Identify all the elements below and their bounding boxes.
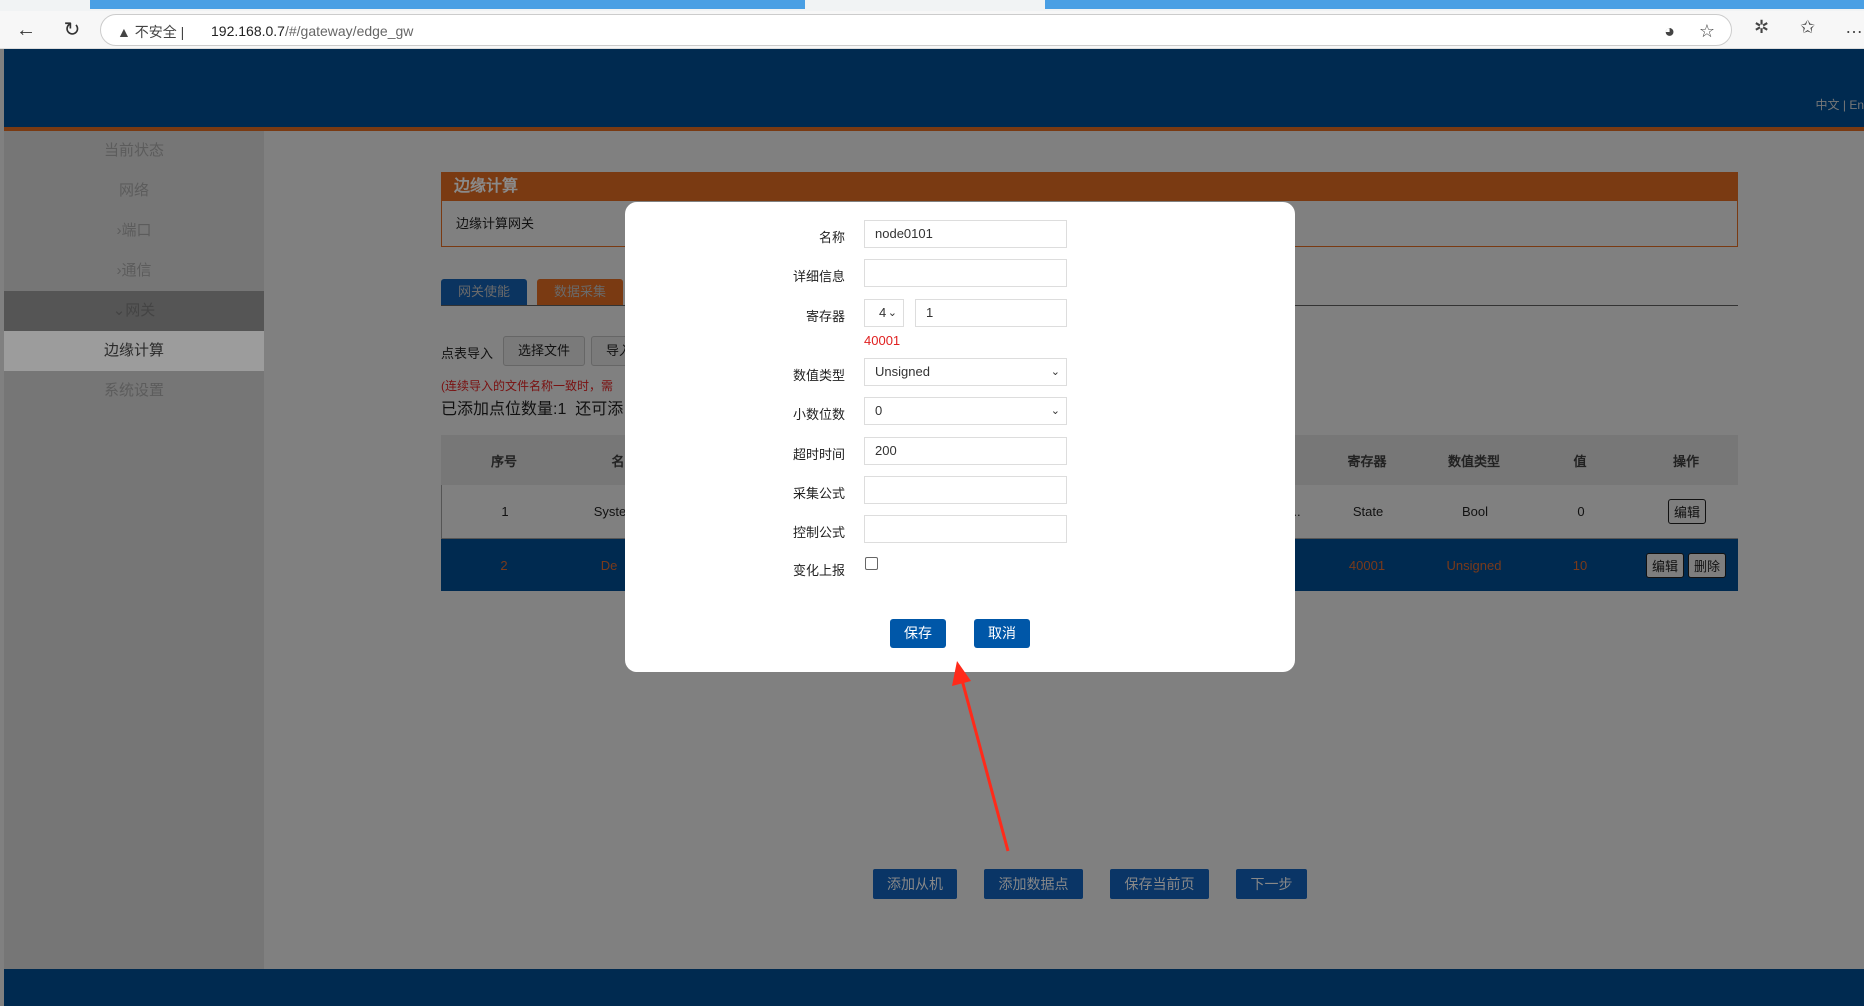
change-report-checkbox[interactable] — [865, 557, 878, 570]
register-type-value: 4 — [879, 305, 887, 320]
cell-type: Unsigned — [1446, 557, 1502, 573]
tab-data-collection[interactable]: 数据采集 — [537, 279, 623, 305]
control-formula-label: 控制公式 — [792, 525, 845, 540]
decimals-label: 小数位数 — [792, 407, 845, 422]
app-header: 中文 | En — [4, 49, 1864, 127]
cell-register: 40001 — [1348, 557, 1386, 573]
sidebar-item-network[interactable]: 网络 — [4, 171, 264, 211]
more-icon[interactable]: … — [1845, 17, 1863, 38]
favorites-icon[interactable]: ✩ — [1800, 17, 1815, 38]
decimals-select[interactable]: 0 ⌄ — [864, 397, 1067, 425]
browser-tab[interactable] — [1045, 0, 1864, 9]
register-type-select[interactable]: 4 ⌄ — [864, 299, 904, 327]
save-button[interactable]: 保存 — [890, 619, 946, 648]
choose-file-button[interactable]: 选择文件 — [503, 336, 585, 366]
import-note: (连续导入的文件名称一致时，需 — [441, 379, 613, 393]
header-divider — [4, 127, 1864, 131]
detail-input[interactable] — [864, 259, 1067, 287]
col-register: 寄存器 — [1347, 453, 1387, 469]
url-path: /#/gateway/edge_gw — [284, 23, 414, 39]
dtype-select[interactable]: Unsigned ⌄ — [864, 358, 1067, 386]
col-value: 值 — [1573, 453, 1587, 469]
collect-formula-label: 采集公式 — [792, 486, 845, 501]
point-count: 已添加点位数量:1 还可添 — [441, 401, 624, 418]
edit-button[interactable]: 编辑 — [1645, 552, 1684, 578]
extensions-icon[interactable]: ✲ — [1754, 17, 1769, 38]
url-host: 192.168.0.7 — [211, 23, 285, 39]
sidebar-item-status[interactable]: 当前状态 — [4, 131, 264, 171]
favorite-star-icon[interactable]: ☆ — [1699, 21, 1715, 42]
col-ops: 操作 — [1672, 453, 1700, 469]
name-input[interactable]: node0101 — [864, 220, 1067, 248]
col-type: 数值类型 — [1447, 453, 1501, 469]
register-hint: 40001 — [864, 333, 901, 348]
cell-type: Bool — [1461, 504, 1489, 519]
cell-register: State — [1352, 504, 1384, 519]
sidebar-item-edge-computing[interactable]: 边缘计算 — [4, 331, 264, 371]
sidebar-item-port[interactable]: ›端口 — [4, 211, 264, 251]
cell-name: Syste — [593, 504, 627, 519]
next-button[interactable]: 下一步 — [1236, 869, 1307, 899]
delete-button[interactable]: 删除 — [1688, 552, 1727, 578]
timeout-input[interactable]: 200 — [864, 437, 1067, 465]
chevron-down-icon: ⌄ — [1050, 366, 1060, 378]
cell-value: 0 — [1577, 504, 1585, 519]
security-label: 不安全 — [134, 24, 177, 40]
panel-title: 边缘计算 — [442, 173, 1737, 201]
app-footer — [4, 969, 1864, 1006]
timeout-label: 超时时间 — [792, 447, 845, 462]
browser-tab[interactable] — [90, 0, 805, 9]
cell-index: 2 — [500, 557, 508, 573]
decimals-value: 0 — [875, 403, 883, 418]
cell-name: De — [600, 557, 618, 573]
language-switch[interactable]: 中文 | En — [1816, 96, 1864, 113]
col-index: 序号 — [490, 453, 518, 469]
name-label: 名称 — [818, 230, 845, 245]
cell-value: 10 — [1572, 557, 1588, 573]
add-point-button[interactable]: 添加数据点 — [984, 869, 1083, 899]
chevron-down-icon: ⌄ — [887, 307, 897, 319]
register-label: 寄存器 — [805, 309, 845, 324]
control-formula-input[interactable] — [864, 515, 1067, 543]
chevron-down-icon: ⌄ — [1050, 405, 1060, 417]
warning-icon: ▲ 不安全 | — [117, 24, 185, 40]
cell-index: 1 — [501, 504, 509, 519]
cancel-button[interactable]: 取消 — [974, 619, 1030, 648]
save-page-button[interactable]: 保存当前页 — [1110, 869, 1209, 899]
sidebar: 当前状态 网络 ›端口 ›通信 ⌄网关 边缘计算 系统设置 — [4, 131, 264, 969]
sidebar-item-gateway[interactable]: ⌄网关 — [4, 291, 264, 331]
dtype-value: Unsigned — [875, 364, 930, 379]
dtype-label: 数值类型 — [792, 368, 845, 383]
col-name: 名 — [611, 453, 625, 469]
back-icon[interactable]: ← — [12, 17, 40, 43]
change-report-label: 变化上报 — [792, 563, 845, 578]
browser-tab-strip — [0, 0, 1864, 11]
address-bar[interactable]: ▲ 不安全 | 192.168.0.7/#/gateway/edge_gw ◕ … — [100, 14, 1732, 46]
tab-gateway-enable[interactable]: 网关使能 — [441, 279, 527, 305]
import-label: 点表导入 — [441, 346, 494, 361]
collect-formula-input[interactable] — [864, 476, 1067, 504]
browser-toolbar: ← ↻ ▲ 不安全 | 192.168.0.7/#/gateway/edge_g… — [0, 11, 1864, 49]
add-slave-button[interactable]: 添加从机 — [873, 869, 957, 899]
edge-refresh-icon[interactable]: ◕ — [1664, 21, 1675, 42]
edit-button[interactable]: 编辑 — [1667, 499, 1707, 524]
register-address-input[interactable]: 1 — [915, 299, 1067, 327]
reload-icon[interactable]: ↻ — [58, 17, 86, 43]
edit-point-dialog: 名称 node0101 详细信息 寄存器 4 ⌄ 1 40001 数值类型 Uns… — [625, 202, 1295, 672]
detail-label: 详细信息 — [792, 269, 845, 284]
url-text[interactable]: 192.168.0.7/#/gateway/edge_gw — [211, 23, 413, 39]
sidebar-item-comm[interactable]: ›通信 — [4, 251, 264, 291]
sidebar-item-system-settings[interactable]: 系统设置 — [4, 371, 264, 411]
